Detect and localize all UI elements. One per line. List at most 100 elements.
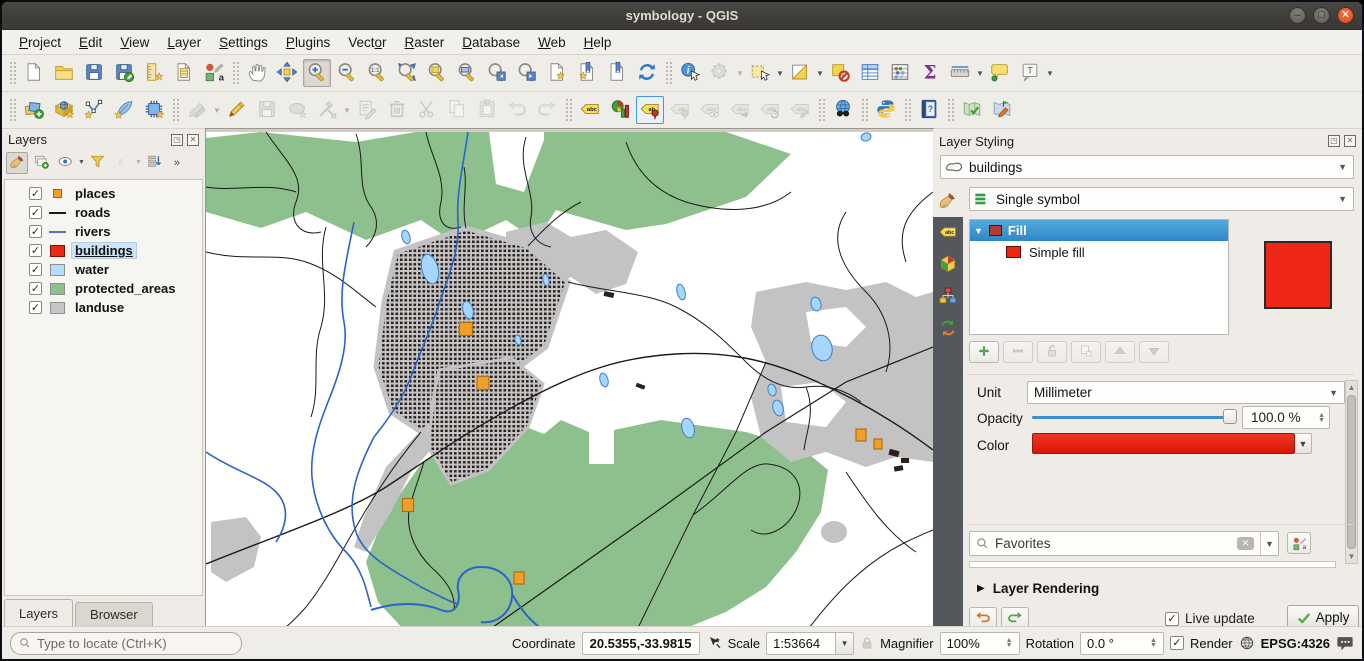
toggle-editing-button[interactable] (223, 96, 251, 124)
select-features-button[interactable] (746, 59, 774, 87)
delete-selected-button[interactable] (383, 96, 411, 124)
close-panel-icon[interactable]: ✕ (187, 134, 199, 146)
toolbar-grip[interactable] (665, 61, 672, 85)
menu-help[interactable]: Help (575, 32, 621, 53)
current-edits-dropdown-icon[interactable]: ▼ (212, 96, 222, 124)
toolbar-grip[interactable] (861, 98, 868, 122)
toolbar-overflow-button[interactable]: » (174, 157, 180, 169)
layer-row-rivers[interactable]: ✓rivers (5, 222, 202, 241)
menu-vector[interactable]: Vector (339, 32, 395, 53)
style-manager-button[interactable]: a (1287, 532, 1311, 554)
zoom-last-button[interactable] (483, 59, 511, 87)
close-panel-icon[interactable]: ✕ (1344, 135, 1356, 147)
color-button[interactable]: ▼ (1032, 433, 1312, 454)
lock-scale-icon[interactable] (860, 636, 874, 651)
remove-symbol-layer-button[interactable] (1003, 341, 1033, 363)
zoom-to-layer-button[interactable] (453, 59, 481, 87)
styling-scrollbar[interactable]: ▲▼ (1345, 380, 1358, 564)
python-console-button[interactable] (872, 96, 900, 124)
toolbar-grip[interactable] (232, 61, 239, 85)
layer-row-buildings[interactable]: ✓buildings (5, 241, 202, 260)
color-swatch[interactable] (1032, 433, 1295, 454)
manage-map-themes-dropdown-icon[interactable]: ▼ (78, 159, 85, 166)
map-plugin-a-button[interactable] (958, 96, 986, 124)
live-update-control[interactable]: ✓ Live update (1165, 611, 1255, 626)
show-layout-manager-button[interactable] (170, 59, 198, 87)
open-data-source-manager-button[interactable] (20, 96, 48, 124)
messages-icon[interactable] (1336, 635, 1354, 651)
save-project-button[interactable] (80, 59, 108, 87)
layer-row-places[interactable]: ✓places (5, 184, 202, 203)
color-dropdown-icon[interactable]: ▼ (1295, 433, 1312, 454)
symbology-brush-tab[interactable] (933, 185, 963, 217)
manage-map-themes-button[interactable] (54, 152, 76, 174)
map-tips-button[interactable] (986, 59, 1014, 87)
locate-input[interactable]: Type to locate (Ctrl+K) (10, 632, 242, 655)
toolbar-grip[interactable] (818, 98, 825, 122)
unit-combo[interactable]: Millimeter ▼ (1027, 381, 1345, 404)
cut-features-button[interactable] (413, 96, 441, 124)
new-project-button[interactable] (20, 59, 48, 87)
layer-visibility-checkbox[interactable]: ✓ (29, 263, 42, 276)
toolbar-grip[interactable] (565, 98, 572, 122)
close-icon[interactable]: ✕ (1337, 7, 1354, 24)
symbol-tree-simplefill-row[interactable]: Simple fill (970, 241, 1228, 263)
layer-visibility-checkbox[interactable]: ✓ (29, 206, 42, 219)
identify-features-button[interactable]: i (676, 59, 704, 87)
rotation-spinbox[interactable]: 0.0 ° ▲▼ (1080, 632, 1164, 655)
zoom-out-button[interactable] (333, 59, 361, 87)
metasearch-button[interactable] (829, 96, 857, 124)
layer-visibility-checkbox[interactable]: ✓ (29, 282, 42, 295)
zoom-native-button[interactable]: 1:1 (363, 59, 391, 87)
move-down-symbol-layer-button[interactable] (1139, 341, 1169, 363)
toolbar-grip[interactable] (904, 98, 911, 122)
float-panel-icon[interactable]: ◳ (171, 134, 183, 146)
layer-visibility-checkbox[interactable]: ✓ (29, 225, 42, 238)
crs-globe-icon[interactable] (1239, 635, 1255, 651)
maximize-icon[interactable]: □ (1313, 7, 1330, 24)
menu-edit[interactable]: Edit (70, 32, 111, 53)
styling-layer-selector[interactable]: buildings ▼ (940, 155, 1354, 179)
menu-layer[interactable]: Layer (158, 32, 210, 53)
opacity-slider[interactable] (1032, 407, 1237, 427)
open-layer-styling-button[interactable] (6, 152, 28, 174)
save-project-as-button[interactable] (110, 59, 138, 87)
select-features-dropdown-icon[interactable]: ▼ (775, 59, 785, 87)
refresh-button[interactable] (633, 59, 661, 87)
duplicate-symbol-layer-button[interactable] (1071, 341, 1101, 363)
favorites-search[interactable]: Favorites ✕ ▼ (969, 531, 1279, 556)
highlight-pinned-labels-button[interactable]: ab (666, 96, 694, 124)
layer-rendering-section[interactable]: ▶ Layer Rendering (977, 581, 1099, 596)
show-bookmark-manager-button[interactable] (573, 59, 601, 87)
menu-view[interactable]: View (111, 32, 158, 53)
pan-to-selection-button[interactable] (273, 59, 301, 87)
menu-plugins[interactable]: Plugins (277, 32, 339, 53)
current-edits-button[interactable] (183, 96, 211, 124)
zoom-to-selection-button[interactable] (423, 59, 451, 87)
toolbar-grip[interactable] (9, 61, 16, 85)
filter-by-expression-button[interactable]: ε (111, 152, 133, 174)
zoom-full-button[interactable] (393, 59, 421, 87)
text-annotation-dropdown-icon[interactable]: ▼ (1045, 59, 1055, 87)
layer-row-water[interactable]: ✓water (5, 260, 202, 279)
layer-labeling-button[interactable]: abc (576, 96, 604, 124)
open-field-calculator-button[interactable] (886, 59, 914, 87)
toolbar-grip[interactable] (9, 98, 16, 122)
run-feature-action-button[interactable] (706, 59, 734, 87)
layer-visibility-checkbox[interactable]: ✓ (29, 244, 42, 257)
new-shapefile-layer-button[interactable] (80, 96, 108, 124)
labels-tab-tab[interactable]: abc (933, 217, 963, 249)
diagrams-tab-tab[interactable] (933, 281, 963, 313)
favorites-dropdown-icon[interactable]: ▼ (1260, 532, 1278, 555)
change-label-button[interactable]: abc (786, 96, 814, 124)
menu-database[interactable]: Database (453, 32, 529, 53)
title-bar[interactable]: symbology - QGIS – □ ✕ (2, 2, 1362, 30)
show-hide-labels-button[interactable]: abc (696, 96, 724, 124)
measure-line-button[interactable] (946, 59, 974, 87)
copy-features-button[interactable] (443, 96, 471, 124)
toolbar-grip[interactable] (947, 98, 954, 122)
show-statistical-summary-button[interactable]: Σ (916, 59, 944, 87)
layer-row-protected_areas[interactable]: ✓protected_areas (5, 279, 202, 298)
show-spatial-bookmarks-button[interactable] (603, 59, 631, 87)
vertex-tool-button[interactable] (313, 96, 341, 124)
